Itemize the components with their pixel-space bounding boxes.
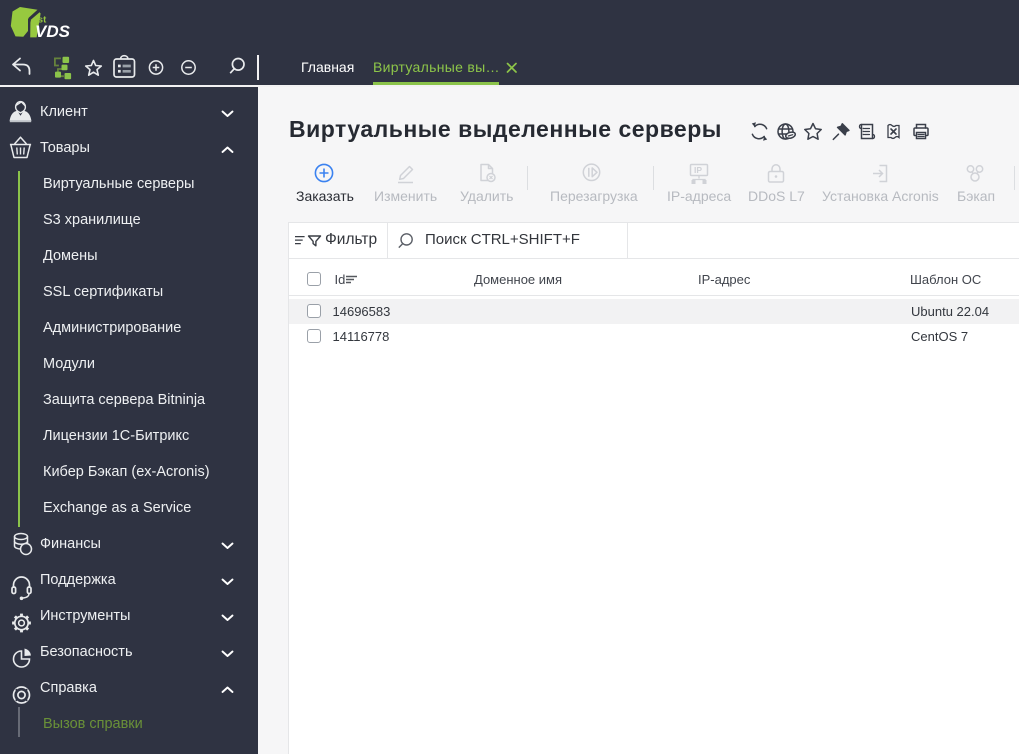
svg-text:VDS: VDS	[35, 22, 71, 41]
svg-text:IP: IP	[694, 165, 702, 175]
